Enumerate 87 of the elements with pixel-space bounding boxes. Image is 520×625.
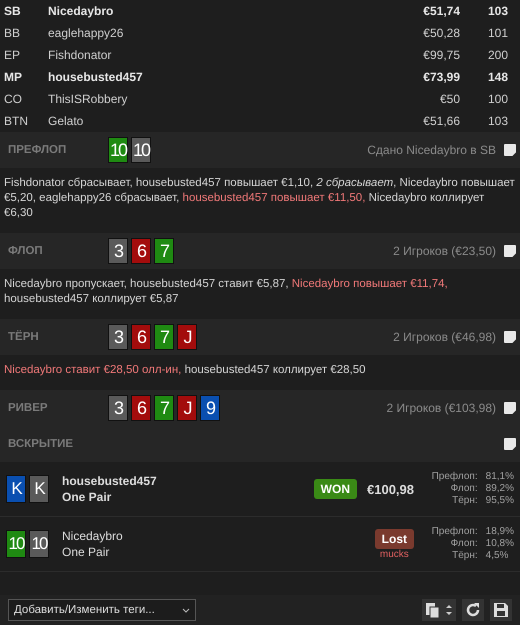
player-name: ThisISRobbery bbox=[48, 92, 128, 106]
player-stack: €51,66 bbox=[422, 114, 460, 128]
player-stack: €73,99 bbox=[422, 70, 460, 84]
player-name: eaglehappy26 bbox=[48, 26, 124, 40]
player-name: housebusted457 bbox=[48, 70, 144, 84]
player-name: Nicedaybro bbox=[48, 4, 114, 18]
street-title: РИВЕР bbox=[8, 402, 49, 414]
note-icon[interactable] bbox=[504, 144, 516, 156]
street-title: ПРЕФЛОП bbox=[8, 144, 68, 156]
equity-label: Тёрн: bbox=[451, 495, 478, 507]
note-icon[interactable] bbox=[504, 402, 516, 414]
tags-select[interactable]: Добавить/Изменить теги... bbox=[8, 599, 196, 621]
player-stack: €99,75 bbox=[422, 48, 460, 62]
equity-label: Тёрн: bbox=[451, 550, 478, 562]
player-stack: €51,74 bbox=[422, 4, 460, 18]
playing-card: 7 bbox=[154, 324, 174, 350]
save-icon bbox=[493, 602, 509, 618]
action-text: Nicedaybro ставит €28,50 олл-ин, housebusted457 коллирует €28,50 bbox=[3, 363, 366, 378]
muck-note: mucks bbox=[380, 548, 409, 560]
refresh-button[interactable] bbox=[462, 599, 484, 621]
player-position: CO bbox=[4, 92, 23, 106]
street-title: ФЛОП bbox=[8, 245, 44, 257]
copy-icon bbox=[424, 602, 454, 618]
playing-card: 7 bbox=[154, 238, 174, 264]
player-name: Fishdonator bbox=[48, 48, 112, 62]
equity-value: 18,9% bbox=[486, 526, 514, 538]
equity-value: 95,5% bbox=[486, 495, 514, 507]
refresh-icon bbox=[465, 602, 481, 618]
player-stack: €50 bbox=[438, 92, 460, 106]
street-info: 2 Игроков (€46,98) bbox=[393, 330, 496, 344]
result-badge: Lost bbox=[374, 528, 414, 548]
playing-card: 10 bbox=[108, 137, 128, 163]
note-icon[interactable] bbox=[504, 331, 516, 343]
equity-label: Флоп: bbox=[450, 538, 478, 550]
player-bb: 103 bbox=[486, 114, 509, 128]
equity-value: 4,5% bbox=[486, 550, 510, 562]
player-bb: 200 bbox=[486, 48, 509, 62]
note-icon[interactable] bbox=[504, 438, 516, 450]
player-position: SB bbox=[4, 4, 22, 18]
playing-card: K bbox=[29, 475, 49, 503]
equity-label: Флоп: bbox=[450, 483, 478, 495]
player-bb: 148 bbox=[486, 70, 509, 84]
playing-card: 6 bbox=[131, 324, 151, 350]
street-title: ВСКРЫТИЕ bbox=[8, 438, 74, 450]
playing-card: K bbox=[6, 475, 26, 503]
player-bb: 103 bbox=[486, 4, 509, 18]
playing-card: 10 bbox=[29, 530, 49, 558]
hand-player-name: Nicedaybro bbox=[62, 529, 124, 543]
hand-player-name: housebusted457 bbox=[62, 474, 158, 488]
equity-value: 81,1% bbox=[486, 471, 514, 483]
playing-card: 3 bbox=[108, 395, 128, 421]
player-position: EP bbox=[4, 48, 22, 62]
street-info: 2 Игроков (€23,50) bbox=[393, 244, 496, 258]
player-name: Gelato bbox=[48, 114, 84, 128]
player-stack: €50,28 bbox=[422, 26, 460, 40]
hand-rank: One Pair bbox=[62, 545, 110, 559]
playing-card: 7 bbox=[154, 395, 174, 421]
playing-card: 10 bbox=[6, 530, 26, 558]
player-position: BB bbox=[4, 26, 22, 40]
player-bb: 101 bbox=[486, 26, 509, 40]
equity-value: 89,2% bbox=[486, 483, 514, 495]
player-bb: 100 bbox=[486, 92, 509, 106]
note-icon[interactable] bbox=[504, 245, 516, 257]
copy-button[interactable] bbox=[422, 599, 456, 621]
playing-card: J bbox=[177, 324, 197, 350]
result-badge: WON bbox=[314, 479, 357, 499]
street-info: Сдано Nicedaybro в SB bbox=[367, 143, 496, 157]
playing-card: 10 bbox=[131, 137, 151, 163]
action-text: Fishdonator сбрасывает, housebusted457 повышает €1,10, 2 сбрасывает, Nicedaybro повышает €5,20, eaglehappy26 сбрасывает, housebusted457 повышает €11,50, Nicedaybro коллирует €6,30 bbox=[3, 176, 516, 221]
playing-card: 6 bbox=[131, 238, 151, 264]
save-button[interactable] bbox=[490, 599, 512, 621]
equity-label: Префлоп: bbox=[430, 471, 478, 483]
player-position: MP bbox=[4, 70, 23, 84]
equity-value: 10,8% bbox=[486, 538, 514, 550]
won-amount: €100,98 bbox=[367, 482, 414, 496]
hand-rank: One Pair bbox=[62, 490, 112, 504]
playing-card: 3 bbox=[108, 324, 128, 350]
playing-card: 3 bbox=[108, 238, 128, 264]
playing-card: J bbox=[177, 395, 197, 421]
street-title: ТЁРН bbox=[8, 331, 40, 343]
playing-card: 6 bbox=[131, 395, 151, 421]
equity-label: Префлоп: bbox=[430, 526, 478, 538]
action-text: Nicedaybro пропускает, housebusted457 ставит €5,87, Nicedaybro повышает €11,74, housebusted457 коллирует €5,87 bbox=[3, 277, 449, 307]
street-info: 2 Игроков (€103,98) bbox=[386, 401, 496, 415]
playing-card: 9 bbox=[200, 395, 220, 421]
chevron-down-icon bbox=[182, 608, 190, 612]
player-position: BTN bbox=[4, 114, 29, 128]
